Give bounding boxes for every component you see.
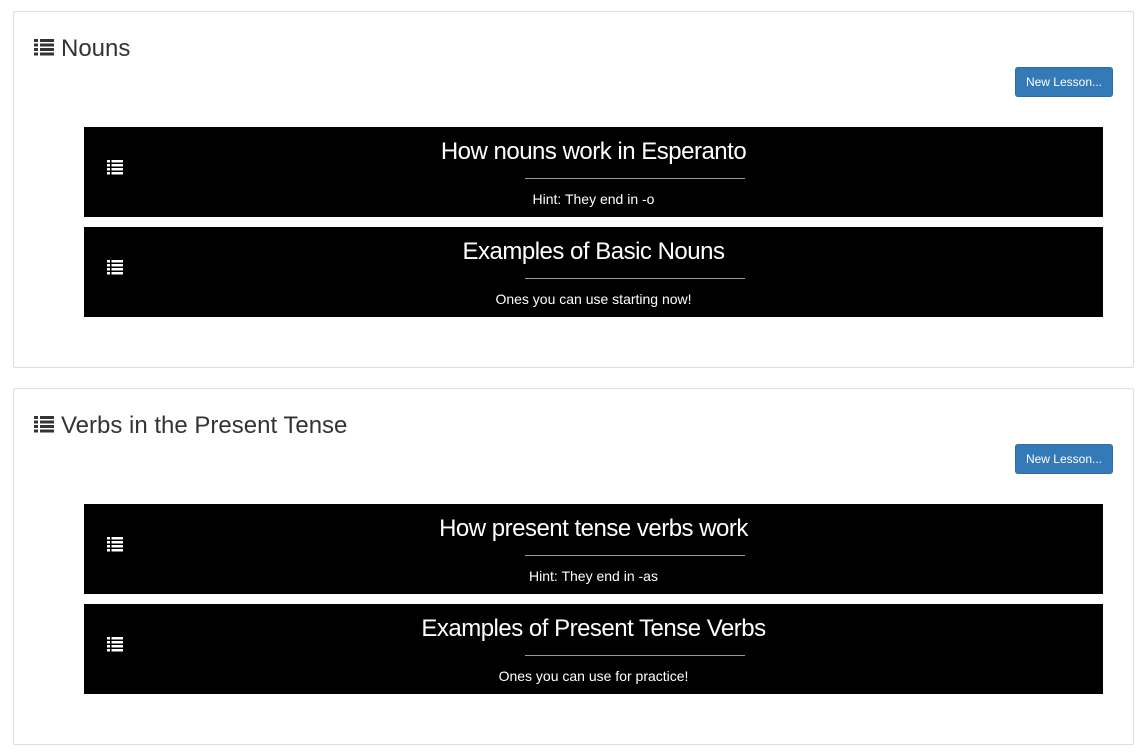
lesson-subtitle: Ones you can use starting now! (495, 291, 692, 307)
lesson-divider (525, 178, 745, 179)
page: Nouns New Lesson... How nouns work in Es… (0, 0, 1141, 753)
lesson-card[interactable]: How nouns work in Esperanto Hint: They e… (84, 127, 1103, 217)
lesson-subtitle: Ones you can use for practice! (498, 668, 689, 684)
lesson-list: How present tense verbs work Hint: They … (84, 504, 1103, 704)
unit-header: Verbs in the Present Tense (34, 411, 347, 441)
lesson-title: How nouns work in Esperanto (440, 138, 747, 165)
unit-panel-verbs-present-tense: Verbs in the Present Tense New Lesson... (13, 388, 1134, 745)
unit-title: Nouns (61, 35, 131, 62)
list-icon (34, 415, 54, 433)
lesson-subtitle: Hint: They end in -o (532, 191, 655, 207)
lesson-divider (525, 278, 745, 279)
lesson-divider (525, 555, 745, 556)
unit-panel-nouns: Nouns New Lesson... How nouns work in Es… (13, 11, 1134, 368)
lesson-card[interactable]: Examples of Basic Nouns Ones you can use… (84, 227, 1103, 317)
lesson-list: How nouns work in Esperanto Hint: They e… (84, 127, 1103, 327)
lesson-title: Examples of Basic Nouns (462, 238, 725, 265)
lesson-title: How present tense verbs work (439, 515, 748, 542)
unit-header: Nouns (34, 34, 130, 64)
lesson-subtitle: Hint: They end in -as (529, 568, 658, 584)
new-lesson-button[interactable]: New Lesson... (1015, 444, 1113, 474)
lesson-card[interactable]: How present tense verbs work Hint: They … (84, 504, 1103, 594)
lesson-divider (525, 655, 745, 656)
lesson-title: Examples of Present Tense Verbs (421, 615, 766, 642)
new-lesson-button[interactable]: New Lesson... (1015, 67, 1113, 97)
lesson-card[interactable]: Examples of Present Tense Verbs Ones you… (84, 604, 1103, 694)
unit-title: Verbs in the Present Tense (61, 412, 348, 439)
list-icon (34, 38, 54, 56)
